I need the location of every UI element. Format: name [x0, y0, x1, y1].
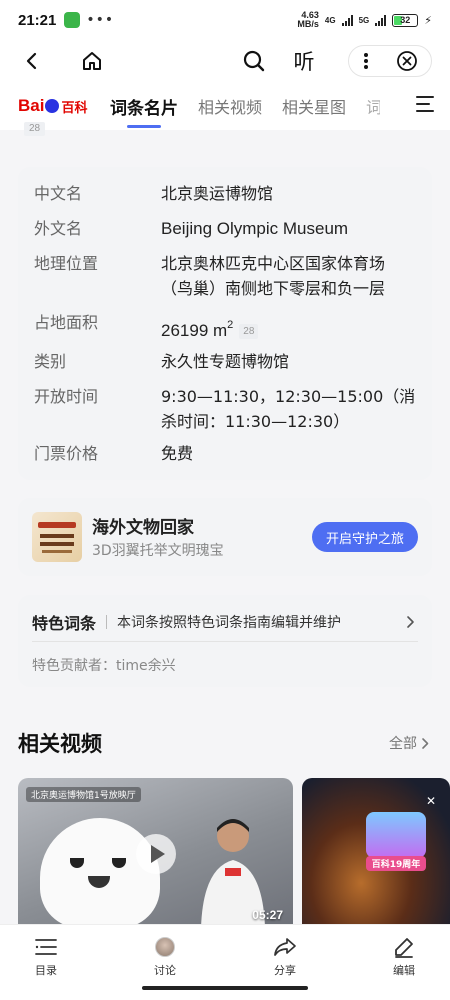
edit-pencil-icon: [395, 938, 413, 958]
tab-related-star-map[interactable]: 相关星图: [282, 94, 346, 118]
promo-title: 海外文物回家: [92, 518, 194, 538]
back-button[interactable]: [18, 47, 46, 75]
info-row-area: 占地面积 26199 m228: [34, 310, 416, 343]
listen-button[interactable]: 听: [290, 47, 318, 75]
mini-program-capsule: [348, 45, 432, 77]
reference-badge[interactable]: 28: [239, 324, 259, 339]
play-icon[interactable]: [136, 834, 176, 874]
chevron-right-icon: [422, 737, 429, 749]
signal-icon: [375, 14, 387, 26]
more-options-icon[interactable]: [363, 52, 369, 70]
network-type-5g: 5G: [358, 15, 370, 25]
discuss-button[interactable]: 讨论: [135, 935, 195, 978]
video-caption: 北京奥运博物馆1号放映厅: [26, 787, 141, 802]
share-icon: [274, 938, 296, 956]
promo-subtitle: 3D羽翼托举文明瑰宝: [92, 543, 224, 559]
area-value: 26199 m: [161, 321, 228, 340]
basic-info-card: 中文名 北京奥运博物馆 外文名 Beijing Olympic Museum 地…: [18, 167, 432, 480]
close-circle-icon[interactable]: [396, 50, 418, 72]
start-guard-journey-button[interactable]: 开启守护之旅: [312, 522, 418, 552]
related-videos-heading: 相关视频: [18, 732, 102, 756]
avatar: [155, 937, 175, 957]
list-icon: [35, 939, 57, 955]
charging-icon: ⚡: [424, 13, 432, 27]
video-duration: 05:27: [252, 908, 283, 922]
divider: [32, 641, 418, 642]
network-speed: 4.63 MB/s: [297, 10, 319, 29]
mascot-image: [40, 818, 160, 928]
chevron-right-icon: [407, 616, 414, 628]
menu-icon[interactable]: [416, 96, 434, 112]
divider: [106, 615, 108, 629]
info-row-foreign-name: 外文名 Beijing Olympic Museum: [34, 219, 349, 238]
info-row-category: 类别 永久性专题博物馆: [34, 352, 290, 371]
signal-icon: [341, 14, 353, 26]
info-row-ticket-price: 门票价格 免费: [34, 444, 194, 463]
edit-button[interactable]: 编辑: [374, 935, 434, 978]
wechat-notification-icon: [64, 12, 81, 28]
video-card[interactable]: ✕ 百科19周年: [302, 778, 450, 928]
top-navigation: 听: [0, 40, 450, 82]
close-icon[interactable]: ✕: [426, 794, 436, 808]
promo-card[interactable]: 海外文物回家 3D羽翼托举文明瑰宝 开启守护之旅: [18, 498, 432, 576]
reference-badge[interactable]: 28: [24, 122, 46, 136]
featured-contributor: 特色贡献者：time余兴: [32, 658, 176, 674]
baidu-baike-logo[interactable]: Baidu百科: [18, 96, 90, 116]
tab-more[interactable]: 词: [366, 94, 380, 118]
promo-thumbnail: [32, 512, 82, 562]
status-time: 21:21: [18, 11, 57, 29]
search-button[interactable]: [240, 47, 268, 75]
back-arrow-icon: [26, 52, 37, 70]
featured-entry-card[interactable]: 特色词条 本词条按照特色词条指南编辑并维护 特色贡献者：time余兴: [18, 595, 432, 687]
anniversary-badge: 百科19周年: [366, 812, 426, 871]
info-row-location: 地理位置 北京奥林匹克中心区国家体育场（鸟巢）南侧地下零层和负一层: [34, 254, 386, 298]
battery-icon: 32: [392, 13, 419, 27]
more-notifications-icon: •••: [86, 12, 115, 28]
home-icon: [83, 52, 101, 70]
info-row-chinese-name: 中文名 北京奥运博物馆: [34, 184, 274, 203]
featured-entry-description: 本词条按照特色词条指南编辑并维护: [117, 615, 342, 631]
status-indicators: 4.63 MB/s 4G 5G 32 ⚡: [297, 11, 432, 29]
video-card[interactable]: 北京奥运博物馆1号放映厅 05:27: [18, 778, 293, 928]
search-icon: [243, 50, 265, 72]
toc-button[interactable]: 目录: [16, 935, 76, 978]
baidu-paw-icon: [45, 99, 60, 113]
info-row-opening-hours: 开放时间 9:30—11:30，12:30—15:00（消杀时间：11:30—1…: [34, 387, 416, 431]
view-all-videos-link[interactable]: 全部: [389, 733, 430, 753]
tab-bar: Baidu百科 词条名片 相关视频 相关星图 词: [0, 82, 450, 130]
tab-entry-card[interactable]: 词条名片: [110, 94, 178, 128]
home-indicator[interactable]: [142, 986, 308, 990]
home-button[interactable]: [78, 47, 106, 75]
area-superscript: 2: [227, 319, 234, 331]
status-bar: 21:21 ••• 4.63 MB/s 4G 5G 32 ⚡: [0, 0, 450, 40]
tab-related-videos[interactable]: 相关视频: [198, 94, 262, 118]
share-button[interactable]: 分享: [255, 935, 315, 978]
network-type-4g: 4G: [324, 15, 336, 25]
featured-entry-title: 特色词条: [32, 614, 97, 633]
